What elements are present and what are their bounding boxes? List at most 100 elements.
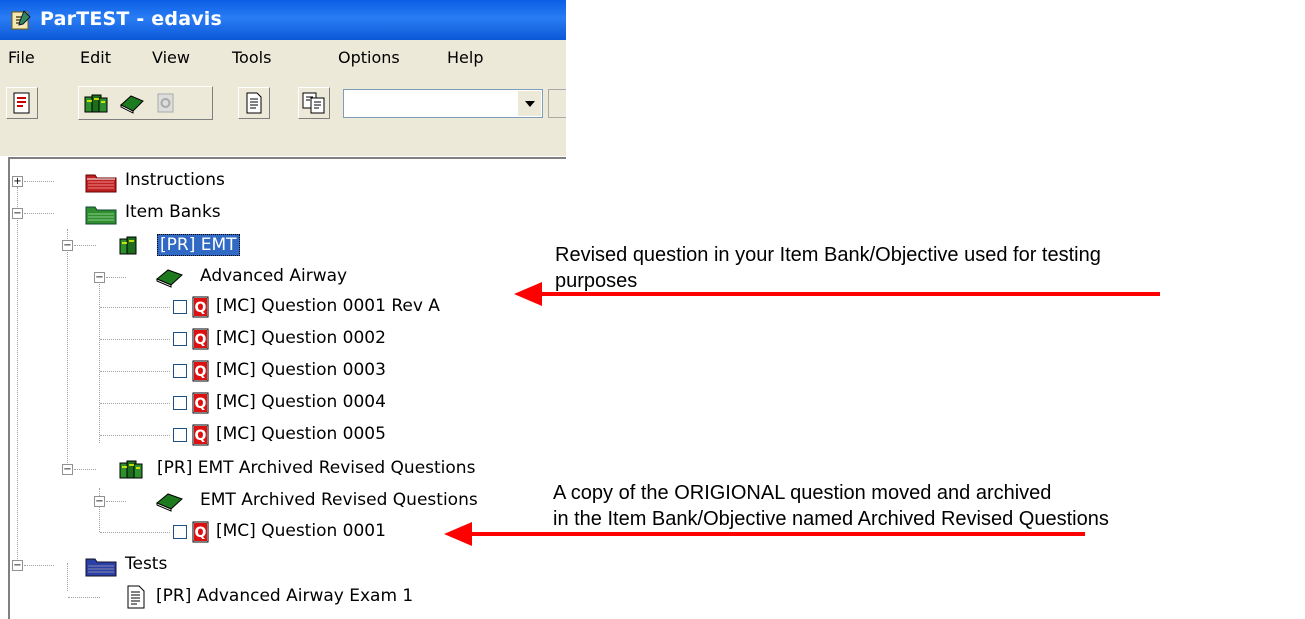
svg-text:Q: Q	[195, 300, 207, 316]
tree-node-instructions[interactable]: + Instructions	[10, 167, 530, 195]
copy-button[interactable]	[298, 87, 330, 119]
question-q-icon: Q	[192, 521, 209, 543]
tree-node-question[interactable]: Q [MC] Question 0003	[10, 357, 530, 385]
tree-node-question[interactable]: Q [MC] Question 0001 Rev A	[10, 293, 530, 321]
collapse-icon[interactable]: −	[62, 240, 73, 251]
tree-line	[100, 339, 170, 340]
tree-node-label: [MC] Question 0005	[216, 424, 386, 444]
menu-help[interactable]: Help	[447, 48, 483, 67]
collapse-icon[interactable]: −	[12, 208, 23, 219]
folder-blue-icon	[85, 558, 117, 577]
question-checkbox[interactable]	[173, 300, 187, 314]
tree-line	[100, 403, 170, 404]
tree-node-label: Item Banks	[125, 202, 221, 222]
tree-line	[68, 597, 100, 598]
tree-line	[100, 371, 170, 372]
toolbar	[0, 74, 566, 156]
menu-view[interactable]: View	[152, 48, 190, 67]
tree-node-item-banks[interactable]: − Item Banks	[10, 199, 530, 227]
tree-node-tests[interactable]: − Tests	[10, 551, 530, 579]
question-disabled-icon	[157, 93, 174, 113]
question-checkbox[interactable]	[173, 364, 187, 378]
annotation-arrow-line	[470, 532, 1085, 536]
tree-node-label: [MC] Question 0001	[216, 521, 386, 541]
properties-icon	[13, 92, 30, 114]
tree-line	[100, 435, 170, 436]
tree-line	[24, 565, 54, 566]
chevron-down-icon	[524, 100, 535, 107]
test-button[interactable]	[238, 87, 270, 119]
tree-node-label: [PR] EMT	[157, 234, 240, 256]
annotation-line: A copy of the ORIGIONAL question moved a…	[553, 482, 1052, 504]
tree-node-question[interactable]: Q [MC] Question 0004	[10, 389, 530, 417]
arrow-left-icon	[514, 282, 542, 306]
folder-red-icon	[85, 174, 117, 193]
tree-line	[106, 277, 126, 278]
partest-window: ParTEST - edavis File Edit View Tools Op…	[0, 0, 566, 619]
annotation-line: in the Item Bank/Objective named Archive…	[553, 508, 1109, 530]
annotation-arrow-line	[540, 292, 1160, 296]
properties-button[interactable]	[6, 87, 38, 119]
question-checkbox[interactable]	[173, 428, 187, 442]
tree-line	[24, 213, 54, 214]
annotation-archived: A copy of the ORIGIONAL question moved a…	[553, 480, 1303, 532]
title-bar[interactable]: ParTEST - edavis	[0, 0, 566, 40]
tree-node-label: EMT Archived Revised Questions	[200, 490, 478, 510]
menu-edit[interactable]: Edit	[80, 48, 111, 67]
objective-book-icon	[120, 95, 144, 114]
tree-node-label: [PR] EMT Archived Revised Questions	[157, 458, 476, 478]
collapse-icon[interactable]: −	[94, 496, 105, 507]
objective-button[interactable]	[116, 87, 148, 119]
annotation-line: Revised question in your Item Bank/Objec…	[555, 244, 1101, 266]
document-icon	[246, 92, 262, 114]
item-bank-icon	[119, 460, 143, 479]
item-bank-icon	[119, 236, 137, 255]
menu-file[interactable]: File	[8, 48, 35, 67]
question-q-icon: Q	[192, 328, 209, 350]
tree-line	[74, 469, 96, 470]
menu-tools[interactable]: Tools	[232, 48, 271, 67]
item-bank-button[interactable]	[80, 87, 112, 119]
menu-bar: File Edit View Tools Options Help	[0, 40, 566, 74]
document-icon	[127, 585, 145, 609]
annotation-revised: Revised question in your Item Bank/Objec…	[555, 242, 1295, 294]
tree-node-objective-archived[interactable]: − EMT Archived Revised Questions	[10, 487, 550, 515]
menu-options[interactable]: Options	[338, 48, 400, 67]
objective-disabled-button[interactable]	[150, 87, 182, 119]
svg-text:Q: Q	[195, 364, 207, 380]
tree-node-test-exam[interactable]: [PR] Advanced Airway Exam 1	[10, 583, 530, 611]
tree-line	[100, 307, 170, 308]
question-checkbox[interactable]	[173, 525, 187, 539]
objective-book-icon	[156, 493, 183, 512]
tree-view[interactable]: + Instructions − Item Banks − [PR] EMT −…	[8, 157, 566, 619]
tree-node-question[interactable]: Q [MC] Question 0002	[10, 325, 530, 353]
tree-node-label: [MC] Question 0004	[216, 392, 386, 412]
combo-dropdown-button[interactable]	[517, 91, 541, 116]
question-q-icon: Q	[192, 296, 209, 318]
question-q-icon: Q	[192, 424, 209, 446]
collapse-icon[interactable]: −	[12, 560, 23, 571]
tree-line	[106, 501, 126, 502]
question-checkbox[interactable]	[173, 396, 187, 410]
question-q-icon: Q	[192, 360, 209, 382]
collapse-icon[interactable]: −	[94, 272, 105, 283]
toolbar-combo[interactable]	[343, 89, 543, 118]
collapse-icon[interactable]: −	[62, 464, 73, 475]
tree-line	[24, 181, 54, 182]
copy-documents-icon	[302, 92, 325, 114]
tree-node-question[interactable]: Q [MC] Question 0005	[10, 421, 530, 449]
item-bank-icon	[84, 94, 108, 113]
objective-book-icon	[156, 269, 183, 288]
arrow-left-icon	[444, 522, 472, 546]
tree-node-label: [MC] Question 0003	[216, 360, 386, 380]
question-checkbox[interactable]	[173, 332, 187, 346]
toolbar-clipped-button[interactable]	[548, 89, 566, 118]
tree-node-objective-airway[interactable]: − Advanced Airway	[10, 263, 530, 291]
svg-text:Q: Q	[195, 525, 207, 541]
annotation-line: purposes	[555, 270, 638, 292]
tree-node-bank-emt[interactable]: − [PR] EMT	[10, 231, 530, 259]
tree-node-bank-archived[interactable]: − [PR] EMT Archived Revised Questions	[10, 455, 550, 483]
expand-icon[interactable]: +	[12, 176, 23, 187]
tree-node-label: Instructions	[125, 170, 225, 190]
svg-text:Q: Q	[195, 332, 207, 348]
